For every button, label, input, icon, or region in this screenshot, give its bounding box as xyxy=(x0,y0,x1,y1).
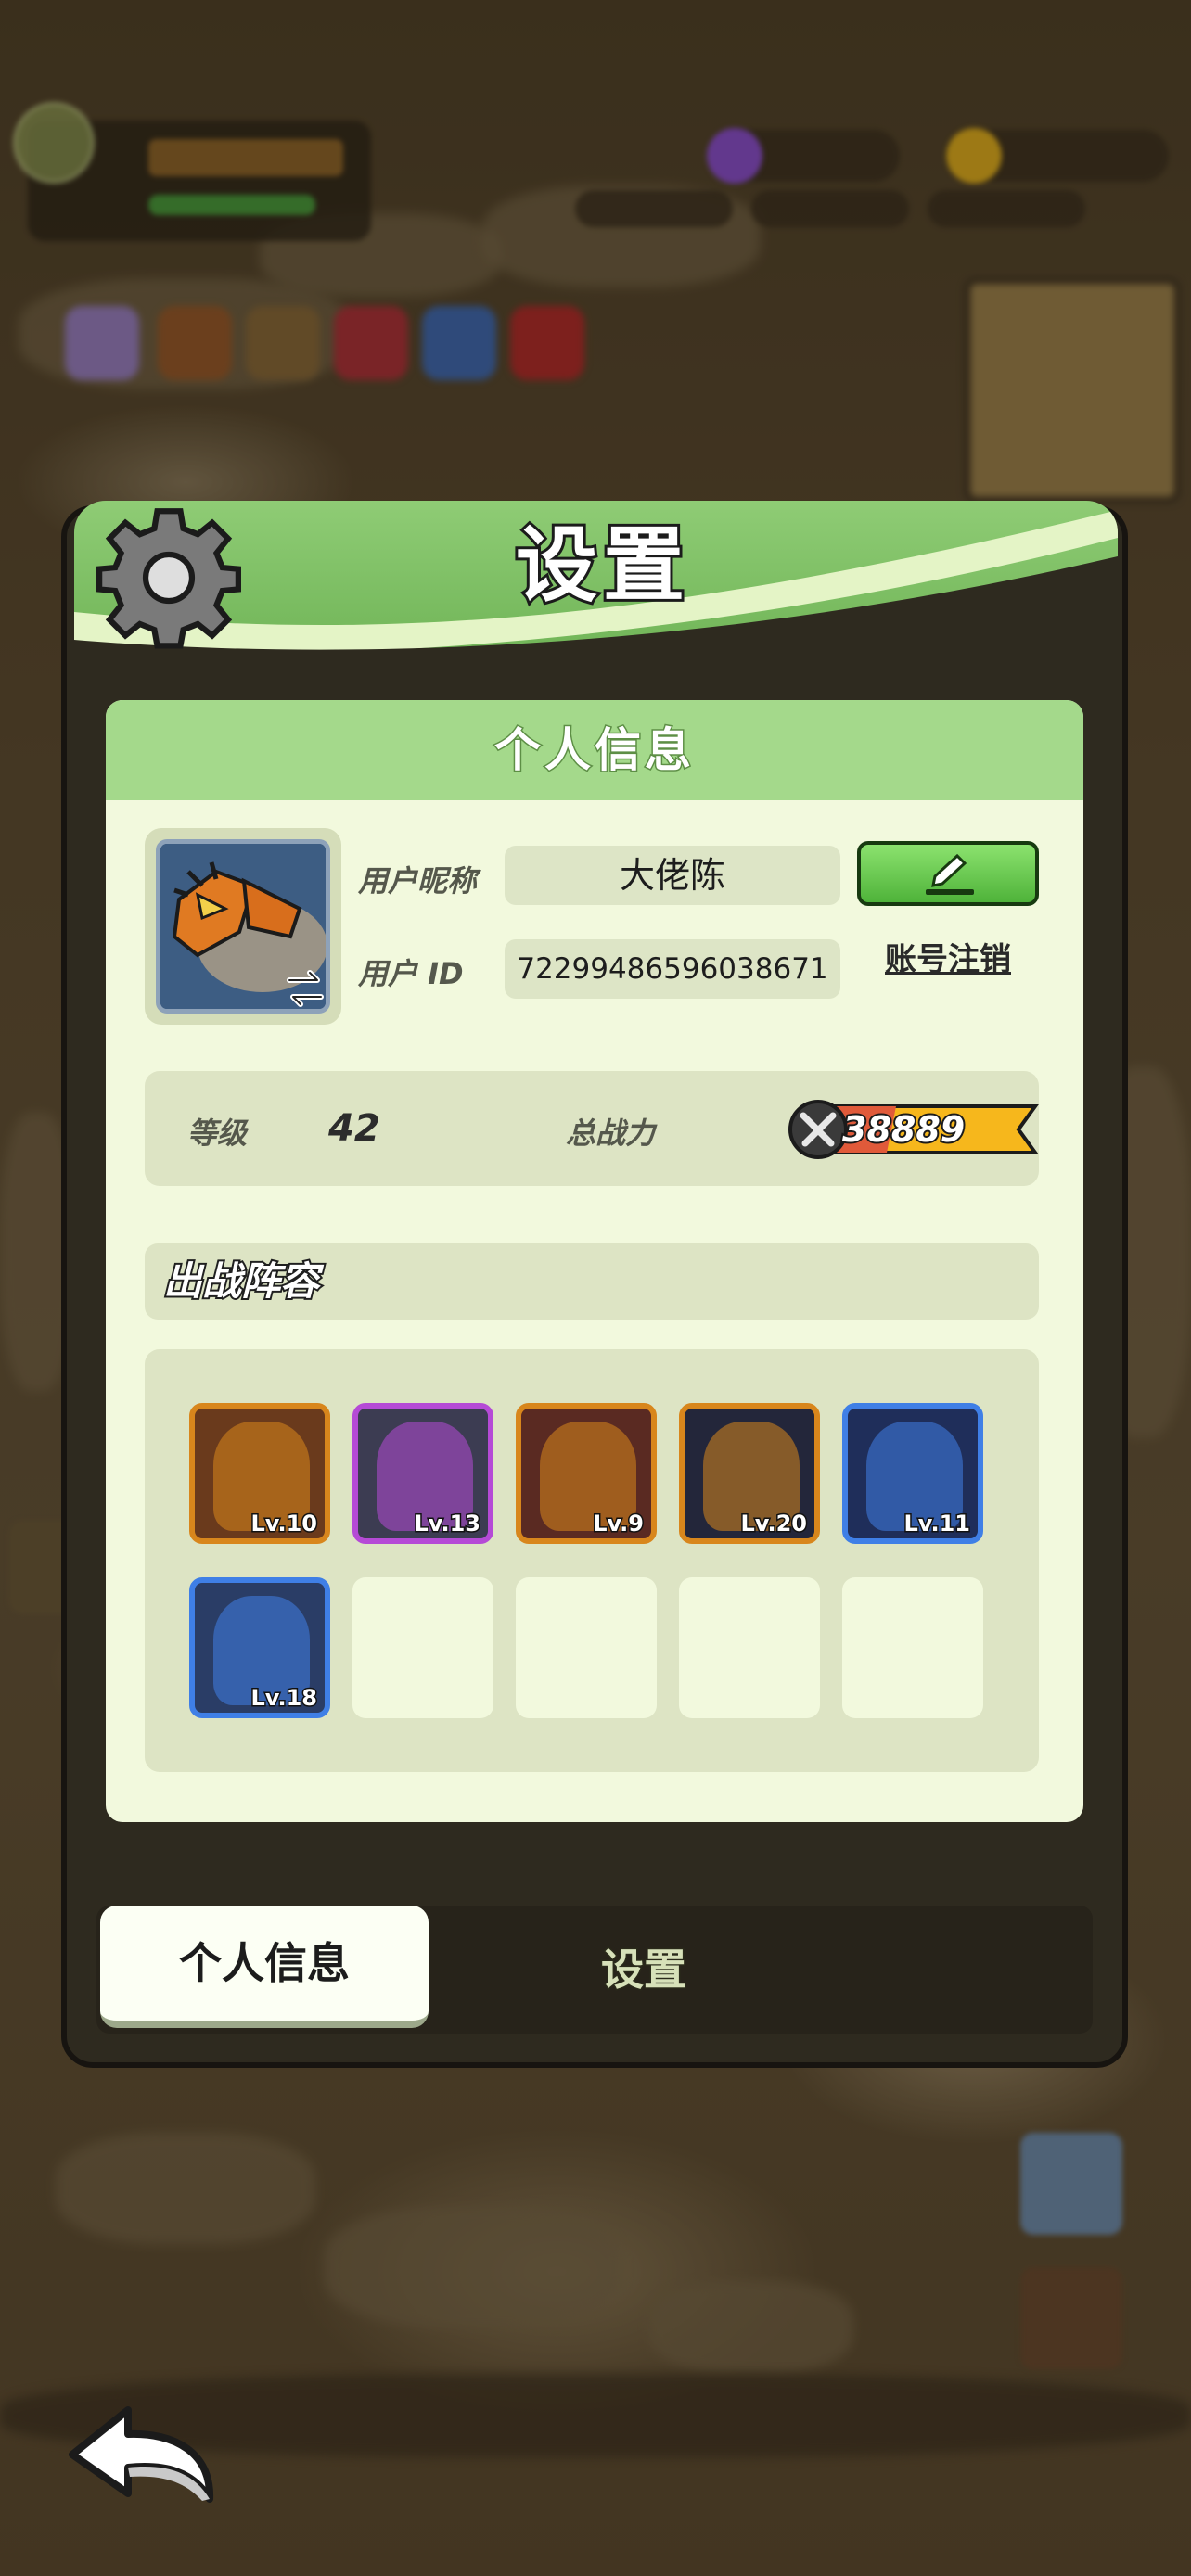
edit-nickname-button[interactable] xyxy=(857,841,1039,906)
hero-slot-5[interactable]: Lv.11 xyxy=(842,1403,983,1544)
hero-level: Lv.9 xyxy=(592,1510,646,1538)
nickname-label: 用户昵称 xyxy=(358,863,478,899)
lineup-header: 出战阵容 xyxy=(145,1243,1039,1320)
empty-slot[interactable] xyxy=(352,1577,493,1718)
hero-slot-4[interactable]: Lv.20 xyxy=(679,1403,820,1544)
panel-title: 设置 xyxy=(513,515,690,616)
avatar-frame[interactable] xyxy=(145,828,341,1025)
user-id-label: 用户 ID xyxy=(358,956,464,991)
hero-level: Lv.20 xyxy=(739,1510,808,1538)
profile-section-title: 个人信息 xyxy=(493,722,695,779)
user-id-field: 72299486596038671 xyxy=(505,939,840,999)
hero-level: Lv.11 xyxy=(903,1510,971,1538)
hero-level: Lv.18 xyxy=(250,1684,318,1713)
tab-settings[interactable]: 设置 xyxy=(495,1906,792,2034)
back-arrow-icon[interactable] xyxy=(63,2397,221,2508)
hero-slot-1[interactable]: Lv.10 xyxy=(189,1403,330,1544)
tab-profile[interactable]: 个人信息 xyxy=(100,1906,429,2028)
nickname-field: 大佬陈 xyxy=(505,846,840,905)
hero-slot-6[interactable]: Lv.18 xyxy=(189,1577,330,1718)
level-label: 等级 xyxy=(187,1116,248,1151)
pencil-icon xyxy=(926,853,974,895)
level-value: 42 xyxy=(328,1107,380,1150)
lineup-title: 出战阵容 xyxy=(161,1256,321,1306)
empty-slot[interactable] xyxy=(516,1577,657,1718)
empty-slot[interactable] xyxy=(679,1577,820,1718)
stats-bar: 等级 42 总战力 38889 xyxy=(145,1071,1039,1186)
profile-card: 个人信息 用户昵称 大佬陈 用户 ID 72299486596038671 账号… xyxy=(106,700,1083,1822)
power-badge: 38889 xyxy=(785,1095,1044,1164)
swap-icon[interactable] xyxy=(282,965,328,1012)
hero-slot-2[interactable]: Lv.13 xyxy=(352,1403,493,1544)
gear-icon xyxy=(96,508,241,649)
hero-slot-3[interactable]: Lv.9 xyxy=(516,1403,657,1544)
lineup-grid: Lv.10 Lv.13 Lv.9 Lv.20 Lv.11 Lv.18 xyxy=(145,1349,1039,1772)
power-value: 38889 xyxy=(840,1107,967,1152)
power-label: 总战力 xyxy=(566,1116,656,1151)
empty-slot[interactable] xyxy=(842,1577,983,1718)
panel-tabs: 个人信息 设置 xyxy=(96,1906,1093,2034)
hero-level: Lv.10 xyxy=(250,1510,318,1538)
hero-level: Lv.13 xyxy=(413,1510,481,1538)
cancel-account-link[interactable]: 账号注销 xyxy=(864,932,1031,988)
